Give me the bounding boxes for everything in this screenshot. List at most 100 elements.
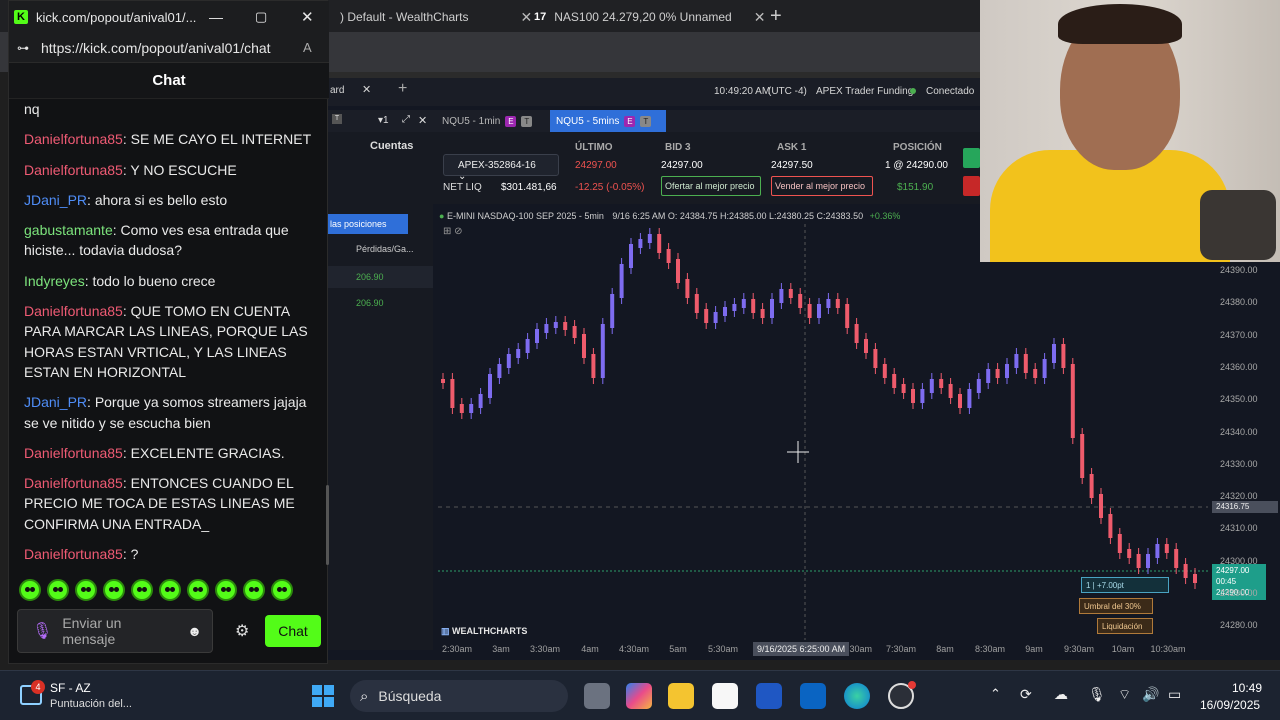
buy-button[interactable] (963, 148, 980, 168)
chat-message[interactable]: Danielfortuna85: QUE TOMO EN CUENTA PARA… (24, 301, 313, 382)
sell-best-button[interactable]: Vender al mejor precio (771, 176, 873, 196)
candle (685, 279, 690, 298)
candle (647, 234, 652, 243)
file-explorer-icon[interactable] (668, 683, 694, 709)
sell-button[interactable] (963, 176, 980, 196)
microphone-icon[interactable]: 🎙 (32, 621, 52, 641)
minimize-icon[interactable]: — (209, 9, 223, 25)
task-view-icon[interactable] (584, 683, 610, 709)
tradingview-app-icon[interactable] (756, 683, 782, 709)
chevron-up-icon[interactable]: ⌃ (990, 686, 1001, 702)
expand-icon[interactable]: ⤢ (402, 114, 410, 125)
chat-message[interactable]: Danielfortuna85: ? (24, 544, 313, 564)
close-icon[interactable]: ✕ (754, 9, 766, 26)
outlook-icon[interactable] (800, 683, 826, 709)
chat-username[interactable]: JDani_PR (24, 394, 87, 410)
chat-message[interactable]: Danielfortuna85: Y NO ESCUCHE (24, 160, 313, 180)
pnl-column-header[interactable]: Pérdidas/Ga... (356, 244, 414, 254)
chat-message[interactable]: Danielfortuna85: SE ME CAYO EL INTERNET (24, 129, 313, 149)
ohlc-readout: 9/16 6:25 AM O: 24384.75 H:24385.00 L:24… (612, 211, 864, 221)
emote-icon[interactable] (187, 579, 209, 601)
chat-message[interactable]: Danielfortuna85: EXCELENTE GRACIAS. (24, 443, 313, 463)
chat-message[interactable]: nq (24, 99, 313, 119)
cloud-icon[interactable]: ☁ (1054, 686, 1068, 703)
chat-message[interactable]: JDani_PR: ahora si es bello esto (24, 190, 313, 210)
add-tab-icon[interactable]: + (398, 80, 407, 98)
candle (619, 264, 624, 298)
emote-icon[interactable] (47, 579, 69, 601)
emote-icon[interactable] (243, 579, 265, 601)
tab-nqu5-5mins[interactable]: NQU5 - 5mins E T (550, 110, 666, 132)
close-icon[interactable]: ✕ (418, 114, 427, 127)
account-select[interactable]: APEX-352864-16 ⌄ (443, 154, 559, 182)
volume-icon[interactable]: 🔊 (1142, 686, 1159, 703)
chevron-down-icon[interactable]: ▾1 (378, 115, 389, 126)
indicator-icons[interactable]: ⊞ ⊘ (443, 226, 463, 237)
buy-best-button[interactable]: Ofertar al mejor precio (661, 176, 761, 196)
emote-icon[interactable] (215, 579, 237, 601)
chat-username[interactable]: Indyreyes (24, 273, 85, 289)
chat-message[interactable]: gabustamante: Como ves esa entrada que h… (24, 220, 313, 261)
emote-icon[interactable] (131, 579, 153, 601)
chat-scrollbar[interactable] (326, 485, 329, 565)
emote-icon[interactable] (271, 579, 293, 601)
time-tick: 8:30am (974, 644, 1006, 654)
candle (469, 404, 474, 413)
clock-time[interactable]: 10:49 (1232, 681, 1262, 695)
chat-send-button[interactable]: Chat (265, 615, 321, 647)
clock-date[interactable]: 16/09/2025 (1200, 698, 1260, 712)
browser-tab-wealthcharts[interactable]: ) Default - WealthCharts ✕ (332, 4, 540, 30)
search-box[interactable]: ⌕ Búsqueda (350, 680, 568, 712)
close-icon[interactable]: ✕ (362, 83, 371, 96)
maximize-icon[interactable]: ▢ (255, 9, 267, 25)
copilot-icon[interactable] (626, 683, 652, 709)
chat-message[interactable]: Danielfortuna85: ENTONCES CUANDO EL PREC… (24, 473, 313, 534)
emote-icon[interactable] (159, 579, 181, 601)
settings-gear-icon[interactable]: ⚙ (235, 621, 249, 641)
chat-messages[interactable]: nq Danielfortuna85: SE ME CAYO EL INTERNE… (9, 99, 327, 569)
microsoft-store-icon[interactable] (712, 683, 738, 709)
order-marker[interactable]: 1 | +7.00pt (1081, 577, 1169, 593)
sync-icon[interactable]: ⟳ (1020, 686, 1032, 703)
emoji-icon[interactable]: ☻ (187, 623, 202, 639)
bid-value: 24297.00 (661, 160, 703, 171)
edge-icon[interactable] (844, 683, 870, 709)
chat-username[interactable]: Danielfortuna85 (24, 162, 123, 178)
tab-positions[interactable]: las posiciones (328, 214, 408, 234)
chat-message[interactable]: Indyreyes: todo lo bueno crece (24, 271, 313, 291)
microphone-icon[interactable]: 🎙 (1088, 686, 1106, 703)
workspace-tab[interactable]: ard (330, 85, 344, 96)
price-chart[interactable]: ● E-MINI NASDAQ-100 SEP 2025 - 5min 9/16… (433, 204, 1280, 650)
chat-username[interactable]: Danielfortuna85 (24, 131, 123, 147)
wifi-icon[interactable]: ⌔ (1118, 686, 1131, 704)
chat-message[interactable]: JDani_PR: Porque ya somos streamers jaja… (24, 392, 313, 433)
close-icon[interactable]: ✕ (301, 8, 314, 26)
status-dot: ● (439, 211, 445, 221)
emote-icon[interactable] (103, 579, 125, 601)
tab-nqu5-1min[interactable]: NQU5 - 1min E T (436, 110, 538, 132)
chat-username[interactable]: Danielfortuna85 (24, 303, 123, 319)
candle (826, 299, 831, 308)
windows-start-icon[interactable] (312, 685, 334, 707)
candle (967, 389, 972, 408)
candle (1089, 474, 1094, 498)
browser-tab-nas100[interactable]: 17 NAS100 24.279,20 0% Unnamed ✕ (526, 4, 773, 30)
chat-username[interactable]: Danielfortuna85 (24, 475, 123, 491)
wealthcharts-logo: ▥ WEALTHCHARTS (441, 626, 527, 637)
message-input[interactable]: 🎙 Enviar un mensaje ☻ (17, 609, 213, 653)
site-info-icon[interactable]: ⊶ (17, 41, 29, 55)
address-bar[interactable]: ⊶ https://kick.com/popout/anival01/chat … (9, 33, 329, 63)
trade-panel: APEX-352864-16 ⌄ NET LIQ $301.481,66 ÚLT… (433, 132, 980, 204)
chat-username[interactable]: Danielfortuna85 (24, 546, 123, 562)
kick-logo-icon: K (14, 10, 28, 24)
read-aloud-icon[interactable]: A (303, 40, 312, 55)
chat-username[interactable]: gabustamante (24, 222, 113, 238)
battery-icon[interactable]: ▭ (1168, 686, 1181, 703)
chat-username[interactable]: Danielfortuna85 (24, 445, 123, 461)
new-tab-icon[interactable]: + (770, 5, 782, 28)
chat-username[interactable]: JDani_PR (24, 192, 87, 208)
emote-icon[interactable] (19, 579, 41, 601)
panel-icon[interactable]: T (332, 114, 342, 124)
emote-icon[interactable] (75, 579, 97, 601)
candle (1117, 534, 1122, 553)
